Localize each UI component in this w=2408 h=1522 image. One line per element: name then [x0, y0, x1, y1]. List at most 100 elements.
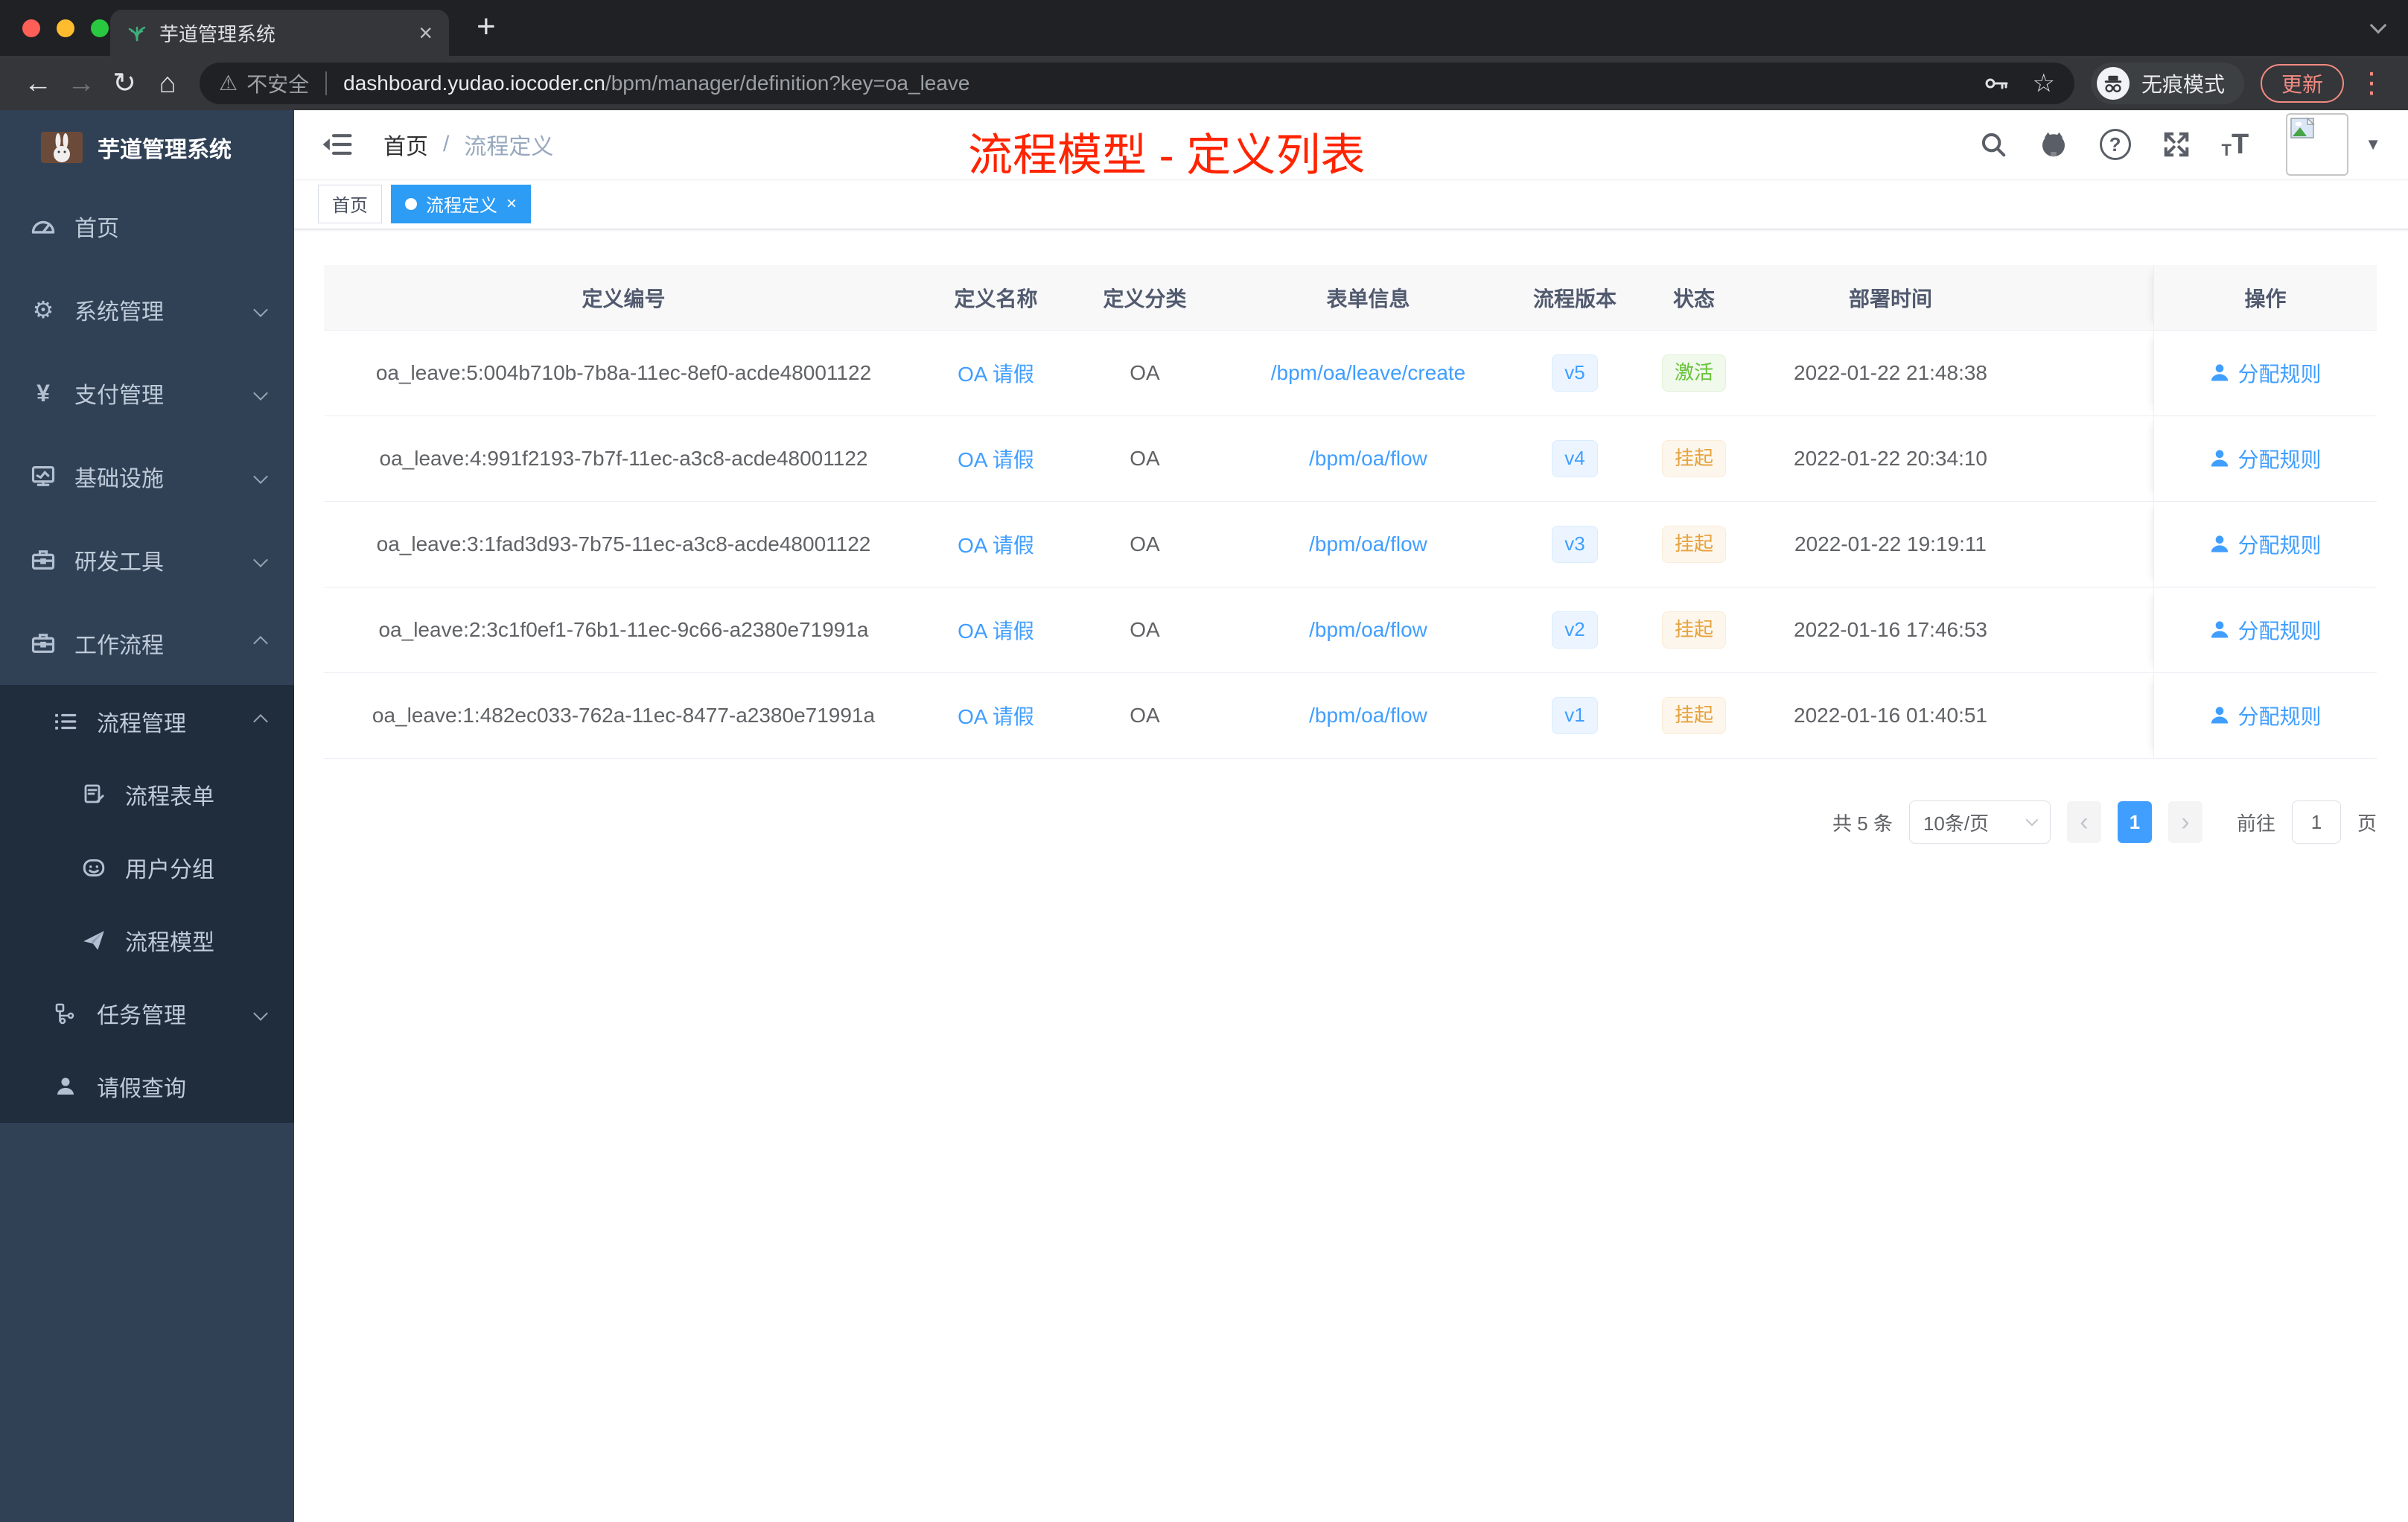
tag-label: 流程定义: [426, 196, 497, 216]
sidebar-item-workflow[interactable]: 工作流程: [0, 602, 294, 685]
column-header: 表单信息: [1326, 287, 1410, 311]
goto-page-input[interactable]: [2291, 800, 2341, 844]
assign-rule-link[interactable]: 分配规则: [2209, 444, 2322, 474]
incognito-icon: [2096, 66, 2130, 100]
new-tab-button[interactable]: +: [477, 10, 496, 43]
user-icon: [2211, 450, 2229, 467]
definition-name-link[interactable]: OA 请假: [958, 701, 1034, 730]
sidebar-item-label: 支付管理: [74, 383, 164, 408]
page-size-select[interactable]: 10条/页: [1908, 800, 2051, 844]
next-page-button[interactable]: ›: [2167, 801, 2202, 843]
definition-name-link[interactable]: OA 请假: [958, 444, 1034, 474]
tab-close-icon[interactable]: ×: [418, 21, 433, 45]
avatar[interactable]: [2286, 113, 2349, 176]
assign-rule-link[interactable]: 分配规则: [2209, 615, 2322, 645]
zoom-window-button[interactable]: [91, 19, 109, 37]
table-row: oa_leave:4:991f2193-7b7f-11ec-a3c8-acde4…: [324, 415, 2377, 501]
definition-name-link[interactable]: OA 请假: [958, 529, 1034, 559]
form-link[interactable]: /bpm/oa/flow: [1309, 704, 1427, 727]
address-bar[interactable]: ⚠ 不安全 dashboard.yudao.iocoder.cn /bpm/ma…: [200, 62, 2074, 104]
column-header: 流程版本: [1532, 287, 1617, 311]
browser-menu-icon[interactable]: ⋮: [2357, 69, 2386, 98]
prev-page-button[interactable]: ‹: [2066, 801, 2101, 843]
version-badge: v3: [1552, 526, 1598, 563]
github-icon[interactable]: [2039, 130, 2068, 159]
tag-home[interactable]: 首页: [318, 184, 382, 223]
status-badge: 挂起: [1661, 526, 1726, 563]
sidebar-item-process-model[interactable]: 流程模型: [0, 904, 294, 977]
close-window-button[interactable]: [22, 19, 40, 37]
browser-tab[interactable]: 芋道管理系统 ×: [110, 10, 449, 56]
hamburger-icon[interactable]: [321, 129, 352, 160]
tab-search-chevron-icon[interactable]: [2369, 16, 2387, 34]
tag-process-definition[interactable]: 流程定义 ×: [391, 184, 532, 223]
password-key-icon[interactable]: [1984, 74, 2010, 93]
search-icon[interactable]: [1979, 130, 2007, 159]
tag-close-icon[interactable]: ×: [506, 194, 517, 213]
document-edit-icon: [77, 783, 110, 806]
sidebar-item-process-form[interactable]: 流程表单: [0, 758, 294, 831]
back-button[interactable]: ←: [16, 69, 60, 98]
status-badge: 挂起: [1661, 697, 1726, 734]
definition-id: oa_leave:1:482ec033-762a-11ec-8477-a2380…: [372, 704, 876, 727]
monitor-icon: [27, 463, 60, 490]
form-link[interactable]: /bpm/oa/leave/create: [1271, 361, 1466, 385]
sidebar-item-infra[interactable]: 基础设施: [0, 435, 294, 518]
definition-id: oa_leave:4:991f2193-7b7f-11ec-a3c8-acde4…: [379, 447, 868, 470]
chevron-up-icon: [253, 636, 268, 651]
bookmark-star-icon[interactable]: ☆: [2032, 69, 2054, 98]
workflow-submenu: 流程管理 流程表单 用户分组 流程模型 任务管理 请假查询: [0, 685, 294, 1123]
fullscreen-icon[interactable]: [2162, 130, 2191, 159]
user-icon: [2211, 621, 2229, 638]
avatar-dropdown-caret-icon[interactable]: ▼: [2365, 135, 2381, 154]
home-button[interactable]: ⌂: [146, 69, 189, 98]
not-secure-label[interactable]: 不安全: [246, 69, 309, 98]
page-number-button[interactable]: 1: [2117, 801, 2152, 843]
column-header: 定义分类: [1103, 287, 1187, 311]
definition-name-link[interactable]: OA 请假: [958, 358, 1034, 388]
sidebar-item-payment[interactable]: ¥ 支付管理: [0, 351, 294, 435]
update-label: 更新: [2281, 72, 2323, 96]
definition-category: OA: [1130, 618, 1160, 641]
sidebar-item-process-mgmt[interactable]: 流程管理: [0, 685, 294, 758]
form-link[interactable]: /bpm/oa/flow: [1309, 532, 1427, 556]
url-divider: [325, 71, 328, 95]
browser-window: 芋道管理系统 × + ← → ↻ ⌂ ⚠ 不安全 dashboard.yudao…: [0, 0, 2408, 1522]
status-badge: 挂起: [1661, 440, 1726, 477]
assign-rule-link[interactable]: 分配规则: [2209, 358, 2322, 388]
assign-rule-link[interactable]: 分配规则: [2209, 701, 2322, 730]
list-icon: [49, 709, 82, 734]
assign-rule-link[interactable]: 分配规则: [2209, 529, 2322, 559]
gear-icon: ⚙: [32, 296, 54, 323]
deploy-time: 2022-01-22 19:19:11: [1794, 532, 1987, 555]
form-link[interactable]: /bpm/oa/flow: [1309, 447, 1427, 471]
update-button[interactable]: 更新: [2260, 63, 2344, 103]
sidebar-item-user-group[interactable]: 用户分组: [0, 831, 294, 904]
page-size-value: 10条/页: [1923, 812, 1990, 835]
sidebar-item-devtools[interactable]: 研发工具: [0, 518, 294, 602]
sidebar-logo[interactable]: 芋道管理系统: [0, 110, 294, 185]
font-size-icon[interactable]: TT: [2222, 130, 2249, 159]
tab-strip: 芋道管理系统 × +: [0, 0, 2408, 56]
deploy-time: 2022-01-16 01:40:51: [1794, 704, 1987, 727]
logo-avatar: [41, 132, 83, 163]
not-secure-warning-icon: ⚠: [219, 71, 238, 95]
url-host: dashboard.yudao.iocoder.cn: [343, 71, 605, 95]
favicon-plant-icon: [127, 22, 147, 43]
breadcrumb-home[interactable]: 首页: [383, 128, 428, 161]
sidebar-item-task-mgmt[interactable]: 任务管理: [0, 977, 294, 1050]
sidebar-item-home[interactable]: 首页: [0, 185, 294, 268]
column-header: 部署时间: [1848, 287, 1932, 311]
sidebar-item-system[interactable]: ⚙ 系统管理: [0, 268, 294, 351]
chevron-down-icon: [253, 386, 268, 401]
help-icon[interactable]: ?: [2099, 129, 2131, 160]
sidebar-item-leave-query[interactable]: 请假查询: [0, 1050, 294, 1123]
reload-button[interactable]: ↻: [103, 69, 146, 98]
version-badge: v4: [1552, 440, 1598, 477]
form-link[interactable]: /bpm/oa/flow: [1309, 618, 1427, 642]
briefcase-icon: [27, 630, 60, 657]
definition-name-link[interactable]: OA 请假: [958, 615, 1034, 645]
forward-button[interactable]: →: [60, 69, 103, 98]
minimize-window-button[interactable]: [57, 19, 74, 37]
chevron-down-icon: [253, 302, 268, 317]
